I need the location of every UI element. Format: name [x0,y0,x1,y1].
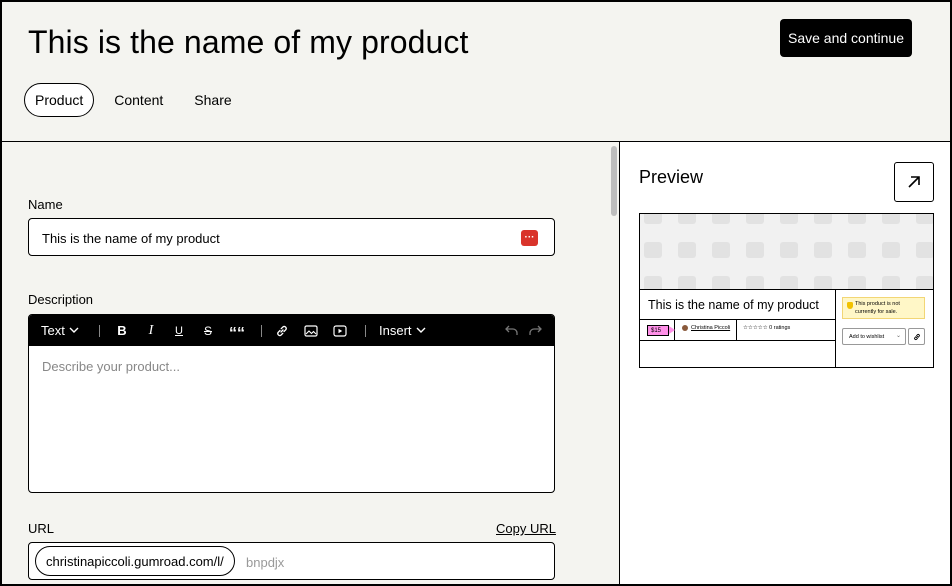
cover-pattern-icon [678,276,696,289]
card-divider [640,289,933,290]
link-button[interactable] [273,315,291,346]
redo-icon [528,325,542,335]
name-input-value: This is the name of my product [42,231,220,246]
card-divider [736,319,737,340]
arrow-up-right-icon [908,176,920,188]
link-icon [913,333,920,340]
description-label: Description [28,292,94,307]
cover-pattern-icon [814,276,832,289]
cover-pattern-icon [814,214,832,224]
image-button[interactable] [302,315,320,346]
app-frame: This is the name of my product Save and … [0,0,952,586]
share-link-button[interactable] [908,328,925,345]
cover-pattern-icon [712,214,730,224]
open-preview-button[interactable] [894,162,934,202]
strikethrough-button[interactable]: S [199,315,217,346]
cover-pattern-icon [678,242,696,258]
cover-pattern-icon [882,214,900,224]
product-preview-card: This is the name of my product $15 Chris… [639,213,934,368]
toolbar-divider [99,325,100,337]
cover-pattern-icon [916,242,933,258]
password-manager-icon[interactable]: ··· [521,230,538,246]
video-button[interactable] [331,315,349,346]
italic-button[interactable]: I [142,315,160,346]
cover-pattern-icon [814,242,832,258]
cover-pattern-icon [882,276,900,289]
undo-button[interactable] [503,315,519,346]
cover-pattern-icon [644,214,662,224]
url-slug: bnpdjx [246,555,285,570]
cover-pattern-icon [746,276,764,289]
toolbar-divider [365,325,366,337]
tab-share[interactable]: Share [183,83,242,117]
chevron-down-icon [69,327,79,333]
cover-pattern-icon [780,214,798,224]
tab-bar: Product Content Share [24,83,252,117]
add-to-wishlist-select[interactable]: Add to wishlist ⌄ [842,328,906,345]
save-and-continue-button[interactable]: Save and continue [780,19,912,57]
copy-url-link[interactable]: Copy URL [496,521,556,536]
description-placeholder: Describe your product... [42,359,181,374]
tab-product[interactable]: Product [24,83,95,117]
card-divider [835,289,836,367]
name-label: Name [28,197,63,212]
chevron-down-icon: ⌄ [895,333,901,339]
not-for-sale-notice: This product is not currently for sale. [842,297,925,319]
cover-pattern-icon [916,276,933,289]
creator-link[interactable]: Christina Piccoli [682,325,730,331]
toolbar-divider [261,325,262,337]
tab-content[interactable]: Content [103,83,174,117]
redo-button[interactable] [527,315,543,346]
avatar [682,325,688,331]
product-form: Name This is the name of my product ··· … [2,142,608,584]
quote-button[interactable]: ““ [227,315,247,346]
cover-pattern-icon [848,276,866,289]
cover-pattern-icon [848,214,866,224]
insert-dropdown[interactable]: Insert [379,315,435,346]
card-divider [640,340,835,341]
preview-pane: Preview This is the name of my product $… [620,142,950,584]
video-icon [333,324,347,337]
cover-pattern-icon [916,214,933,224]
url-prefix: christinapiccoli.gumroad.com/l/ [35,546,235,576]
card-product-title: This is the name of my product [648,298,819,312]
description-editor[interactable]: Text B I U S ““ Insert Describe your pro… [28,314,555,493]
bold-button[interactable]: B [113,315,131,346]
cover-pattern-icon [678,214,696,224]
cover-pattern-icon [780,276,798,289]
url-label: URL [28,521,55,536]
preview-title: Preview [639,167,704,187]
cover-pattern-icon [644,276,662,289]
text-style-dropdown[interactable]: Text [41,315,85,346]
chevron-down-icon [416,327,426,333]
url-input[interactable]: christinapiccoli.gumroad.com/l/ bnpdjx [28,542,555,580]
cover-pattern-icon [848,242,866,258]
editor-toolbar: Text B I U S ““ Insert [29,315,554,346]
product-cover-placeholder [640,214,933,289]
undo-icon [504,325,518,335]
cover-pattern-icon [746,242,764,258]
page-title: This is the name of my product [28,24,469,60]
scrollbar-thumb[interactable] [611,146,617,216]
ratings: ☆☆☆☆☆ 0 ratings [743,325,791,331]
cover-pattern-icon [644,242,662,258]
editor-header: This is the name of my product Save and … [2,2,950,142]
cover-pattern-icon [712,242,730,258]
cover-pattern-icon [780,242,798,258]
cover-pattern-icon [746,214,764,224]
underline-button[interactable]: U [170,315,188,346]
link-icon [277,325,287,336]
cover-pattern-icon [712,276,730,289]
card-divider [640,319,835,320]
name-input[interactable]: This is the name of my product ··· [28,218,555,256]
image-icon [304,324,318,337]
shield-icon [847,302,853,309]
cover-pattern-icon [882,242,900,258]
price-badge: $15 [647,325,675,336]
